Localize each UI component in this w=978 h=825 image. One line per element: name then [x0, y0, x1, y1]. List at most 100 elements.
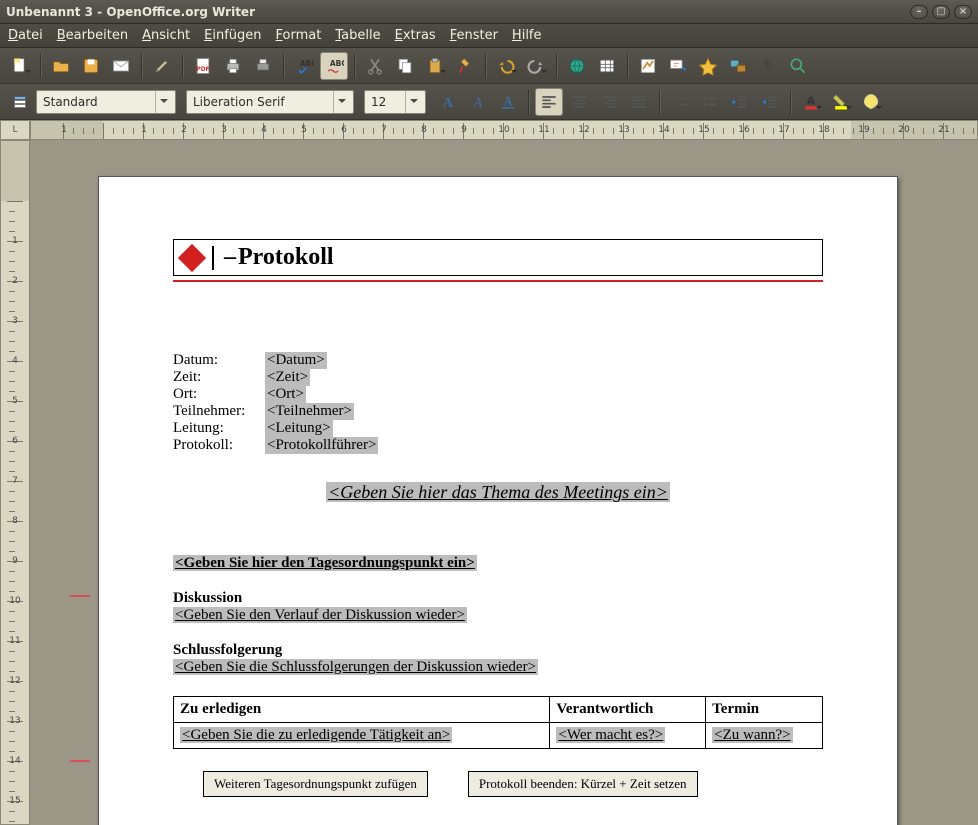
font-name-combo[interactable]: Liberation Serif [186, 90, 354, 114]
change-marker [70, 760, 90, 762]
hyperlink-button[interactable] [563, 52, 591, 80]
discussion-heading[interactable]: Diskussion [173, 590, 823, 607]
meta-value[interactable]: <Ort> [265, 386, 306, 403]
meta-row[interactable]: Teilnehmer:<Teilnehmer> [173, 403, 823, 420]
meta-value[interactable]: <Datum> [265, 352, 327, 369]
theme-placeholder[interactable]: <Geben Sie hier das Thema des Meetings e… [326, 482, 670, 502]
document-title-block[interactable]: – Protokoll [173, 239, 823, 276]
mail-button[interactable] [107, 52, 135, 80]
navigator-button[interactable] [694, 52, 722, 80]
todo-col-task[interactable]: Zu erledigen [174, 697, 550, 723]
menu-fenster[interactable]: Fenster [450, 28, 498, 43]
spellcheck-button[interactable]: ABC [290, 52, 318, 80]
discussion-body[interactable]: <Geben Sie den Verlauf der Diskussion wi… [173, 607, 823, 624]
agenda-heading[interactable]: <Geben Sie hier den Tagesordnungspunkt e… [173, 555, 823, 572]
export-pdf-button[interactable]: PDF [189, 52, 217, 80]
gallery-button[interactable] [724, 52, 752, 80]
menu-einfügen[interactable]: Einfügen [204, 28, 261, 43]
bullet-list-button[interactable] [696, 88, 724, 116]
edit-button[interactable] [148, 52, 176, 80]
conclusion-placeholder[interactable]: <Geben Sie die Schlussfolgerungen der Di… [173, 659, 538, 675]
conclusion-body[interactable]: <Geben Sie die Schlussfolgerungen der Di… [173, 659, 823, 676]
discussion-placeholder[interactable]: <Geben Sie den Verlauf der Diskussion wi… [173, 607, 467, 623]
cut-button[interactable] [361, 52, 389, 80]
print-preview-button[interactable] [249, 52, 277, 80]
meta-value[interactable]: <Leitung> [265, 420, 333, 437]
print-button[interactable] [219, 52, 247, 80]
font-size-combo[interactable]: 12 [364, 90, 426, 114]
todo-table[interactable]: Zu erledigen Verantwortlich Termin <Gebe… [173, 696, 823, 749]
auto-spellcheck-button[interactable]: ABC [320, 52, 348, 80]
todo-cell-task[interactable]: <Geben Sie die zu erledigende Tätigkeit … [174, 723, 550, 749]
text-cursor [212, 246, 214, 270]
action-buttons-row: Weiteren Tagesordnungspunkt zufügen Prot… [173, 771, 823, 797]
format-paintbrush-button[interactable] [451, 52, 479, 80]
meta-row[interactable]: Protokoll:<Protokollführer> [173, 437, 823, 454]
table-button[interactable] [593, 52, 621, 80]
copy-button[interactable] [391, 52, 419, 80]
add-agenda-button[interactable]: Weiteren Tagesordnungspunkt zufügen [203, 771, 428, 797]
menu-datei[interactable]: Datei [8, 28, 43, 43]
italic-button[interactable]: A [464, 88, 492, 116]
meta-label: Datum: [173, 352, 265, 369]
underline-button[interactable]: A [494, 88, 522, 116]
increase-indent-button[interactable] [756, 88, 784, 116]
show-draw-functions-button[interactable] [634, 52, 662, 80]
meta-row[interactable]: Zeit:<Zeit> [173, 369, 823, 386]
diamond-icon [178, 243, 206, 271]
close-button[interactable]: × [954, 5, 972, 19]
open-button[interactable] [47, 52, 75, 80]
meta-value[interactable]: <Zeit> [265, 369, 310, 386]
menu-extras[interactable]: Extras [395, 28, 436, 43]
meta-row[interactable]: Datum:<Datum> [173, 352, 823, 369]
document-area[interactable]: – Protokoll Datum:<Datum>Zeit:<Zeit>Ort:… [30, 140, 978, 825]
meta-value[interactable]: <Protokollführer> [265, 437, 378, 454]
menu-bearbeiten[interactable]: Bearbeiten [57, 28, 128, 43]
font-color-button[interactable]: A [797, 88, 825, 116]
conclusion-heading[interactable]: Schlussfolgerung [173, 642, 823, 659]
horizontal-ruler[interactable]: 112345678910111213141516171819202122 [30, 120, 978, 140]
todo-cell-responsible[interactable]: <Wer macht es?> [550, 723, 706, 749]
new-document-button[interactable] [6, 52, 34, 80]
redo-button[interactable] [522, 52, 550, 80]
finish-protocol-button[interactable]: Protokoll beenden: Kürzel + Zeit setzen [468, 771, 698, 797]
window-controls: – ▢ × [910, 5, 972, 19]
highlight-color-button[interactable] [827, 88, 855, 116]
table-row: <Geben Sie die zu erledigende Tätigkeit … [174, 723, 823, 749]
page[interactable]: – Protokoll Datum:<Datum>Zeit:<Zeit>Ort:… [98, 176, 898, 825]
background-color-button[interactable] [857, 88, 885, 116]
theme-placeholder-line[interactable]: <Geben Sie hier das Thema des Meetings e… [173, 482, 823, 503]
undo-button[interactable] [492, 52, 520, 80]
find-replace-button[interactable] [664, 52, 692, 80]
paragraph-style-value: Standard [43, 95, 151, 109]
nonprinting-chars-button[interactable]: ¶ [754, 52, 782, 80]
menu-tabelle[interactable]: Tabelle [335, 28, 380, 43]
bold-button[interactable]: A [434, 88, 462, 116]
todo-col-responsible[interactable]: Verantwortlich [550, 697, 706, 723]
menu-format[interactable]: Format [276, 28, 322, 43]
maximize-button[interactable]: ▢ [932, 5, 950, 19]
paragraph-style-combo[interactable]: Standard [36, 90, 176, 114]
save-button[interactable] [77, 52, 105, 80]
todo-col-deadline[interactable]: Termin [706, 697, 823, 723]
minimize-button[interactable]: – [910, 5, 928, 19]
align-left-button[interactable] [535, 88, 563, 116]
meta-table[interactable]: Datum:<Datum>Zeit:<Zeit>Ort:<Ort>Teilneh… [173, 352, 823, 454]
styles-button[interactable] [6, 88, 34, 116]
menu-ansicht[interactable]: Ansicht [142, 28, 190, 43]
page-content[interactable]: – Protokoll Datum:<Datum>Zeit:<Zeit>Ort:… [173, 239, 823, 797]
align-justify-button[interactable] [625, 88, 653, 116]
numbered-list-button[interactable]: 12 [666, 88, 694, 116]
todo-cell-deadline[interactable]: <Zu wann?> [706, 723, 823, 749]
align-right-button[interactable] [595, 88, 623, 116]
meta-value[interactable]: <Teilnehmer> [265, 403, 354, 420]
zoom-button[interactable] [784, 52, 812, 80]
decrease-indent-button[interactable] [726, 88, 754, 116]
vertical-ruler[interactable]: 123456789101112131415161718 [0, 140, 30, 825]
menu-hilfe[interactable]: Hilfe [512, 28, 542, 43]
meta-row[interactable]: Ort:<Ort> [173, 386, 823, 403]
agenda-placeholder[interactable]: <Geben Sie hier den Tagesordnungspunkt e… [173, 555, 477, 571]
paste-button[interactable] [421, 52, 449, 80]
meta-row[interactable]: Leitung:<Leitung> [173, 420, 823, 437]
align-center-button[interactable] [565, 88, 593, 116]
